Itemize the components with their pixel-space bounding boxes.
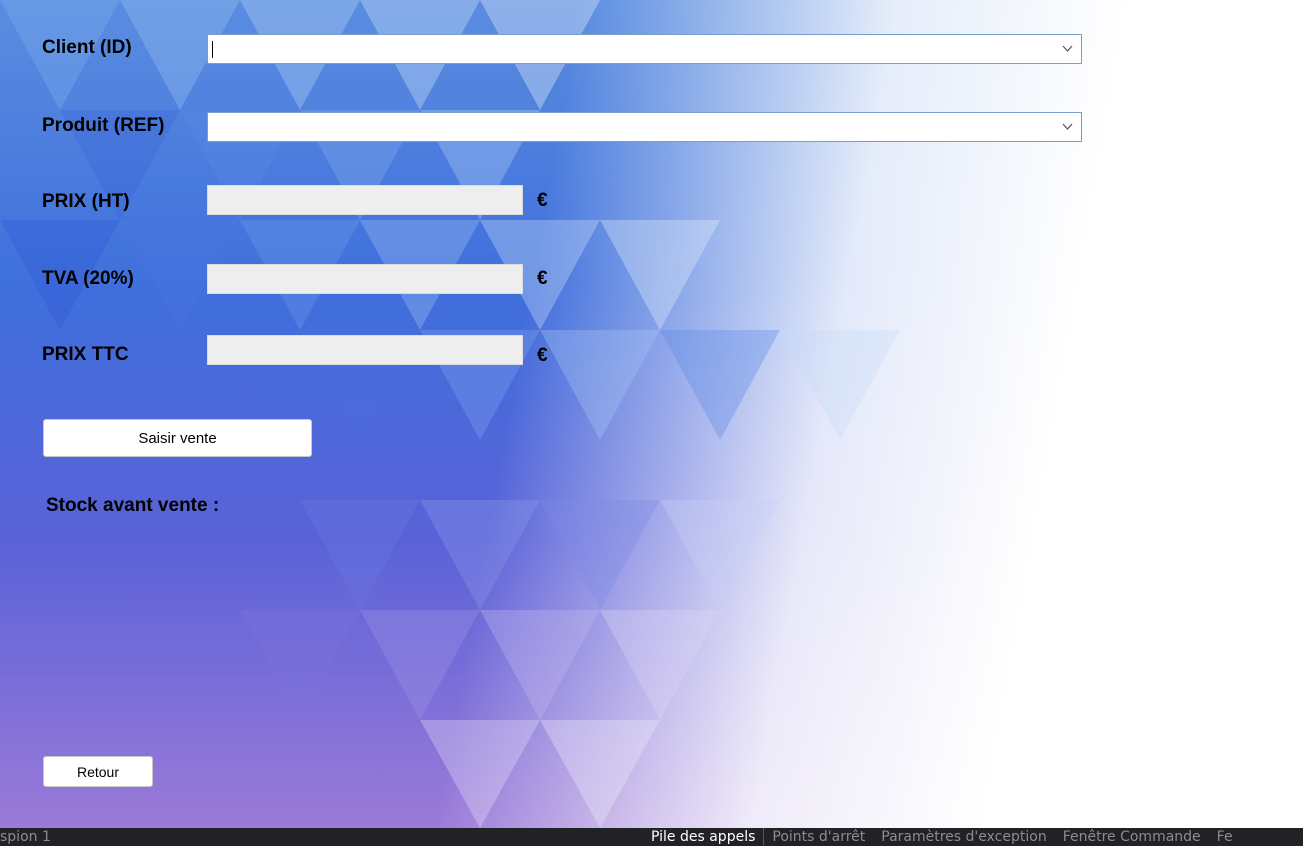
prix-ttc-currency: € bbox=[537, 345, 548, 366]
tva-label: TVA (20%) bbox=[42, 268, 134, 289]
tva-currency: € bbox=[537, 268, 548, 289]
prix-ht-currency: € bbox=[537, 190, 548, 211]
tab-pile-des-appels[interactable]: Pile des appels bbox=[643, 828, 765, 846]
saisir-vente-button[interactable]: Saisir vente bbox=[43, 419, 312, 457]
retour-button[interactable]: Retour bbox=[43, 756, 153, 787]
tab-fenetre-truncated[interactable]: Fe bbox=[1209, 828, 1241, 846]
produit-label: Produit (REF) bbox=[42, 115, 165, 136]
produit-combobox[interactable] bbox=[207, 112, 1082, 142]
ide-status-bar: spion 1 Pile des appels Points d'arrêt P… bbox=[0, 828, 1303, 846]
prix-ttc-label: PRIX TTC bbox=[42, 344, 129, 365]
text-caret bbox=[212, 41, 213, 58]
prix-ht-field bbox=[207, 185, 523, 215]
chevron-down-icon[interactable] bbox=[1062, 43, 1073, 54]
stock-label: Stock avant vente : bbox=[46, 495, 220, 516]
client-label: Client (ID) bbox=[42, 37, 132, 58]
prix-ht-label: PRIX (HT) bbox=[42, 191, 130, 212]
client-combobox[interactable] bbox=[207, 34, 1082, 64]
form-background: Client (ID) Produit (REF) PRIX (HT) € TV… bbox=[0, 0, 1303, 828]
espion-tab[interactable]: spion 1 bbox=[0, 828, 51, 846]
tab-parametres-exception[interactable]: Paramètres d'exception bbox=[873, 828, 1054, 846]
debug-tabs: Pile des appels Points d'arrêt Paramètre… bbox=[643, 828, 1241, 846]
tva-field bbox=[207, 264, 523, 294]
prix-ttc-field bbox=[207, 335, 523, 365]
tab-fenetre-commande[interactable]: Fenêtre Commande bbox=[1055, 828, 1209, 846]
chevron-down-icon[interactable] bbox=[1062, 121, 1073, 132]
tab-points-arret[interactable]: Points d'arrêt bbox=[764, 828, 873, 846]
